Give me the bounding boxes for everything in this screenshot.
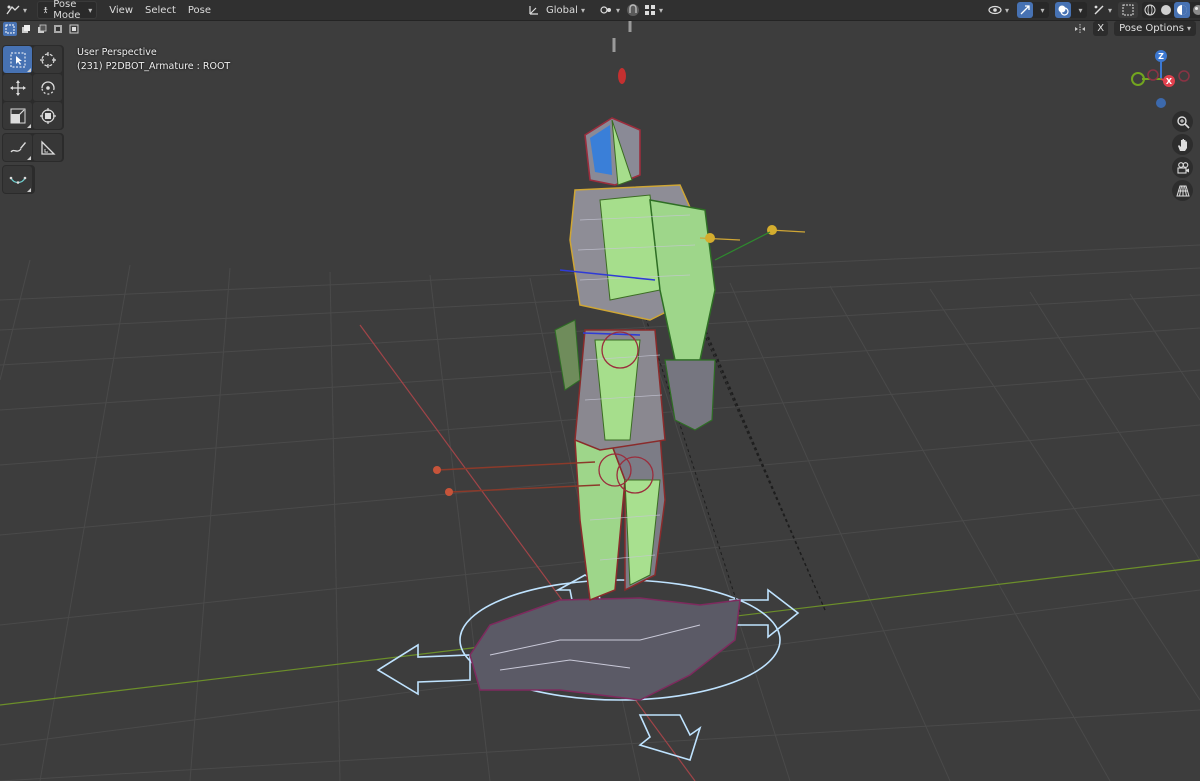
select-invert-button[interactable] (51, 22, 65, 36)
snap-target-dropdown[interactable]: ▾ (642, 2, 665, 18)
pivot-button[interactable]: ▾ (595, 2, 624, 18)
selection-mode-row (0, 21, 81, 37)
scale-icon (10, 108, 25, 123)
visibility-icon (988, 5, 1002, 15)
bone-overlay-dropdown[interactable]: ▾ (1089, 2, 1116, 18)
measure-tool[interactable] (33, 134, 62, 161)
pivot-icon (600, 6, 611, 14)
viewport-header: ▾ Pose Mode ▾ View Select Pose Global ▾ … (0, 0, 1200, 21)
menu-view[interactable]: View (103, 5, 139, 16)
orientation-label: Global (546, 4, 578, 16)
xray-toggle[interactable] (1118, 2, 1139, 18)
pan-hand-icon (1177, 138, 1187, 151)
zoom-button[interactable] (1172, 111, 1193, 132)
xray-icon (1122, 4, 1134, 16)
bone-overlay-icon (1094, 5, 1104, 15)
move-icon (9, 79, 26, 96)
grid-snap-icon (644, 5, 655, 15)
mirror-x-toggle[interactable]: X (1093, 21, 1109, 36)
gizmo-x-label: X (1166, 77, 1173, 86)
select-box-icon (10, 52, 25, 67)
select-extend-button[interactable] (19, 22, 33, 36)
editor-type-icon (6, 5, 20, 15)
relax-icon (9, 176, 26, 184)
mode-dropdown[interactable]: Pose Mode ▾ (37, 0, 98, 21)
move-tool[interactable] (3, 74, 32, 101)
overlay-dropdown[interactable]: ▾ (1071, 2, 1087, 18)
gizmo-dropdown[interactable]: ▾ (1033, 2, 1049, 18)
annotate-tool[interactable] (3, 134, 32, 161)
tool-group-annotate (2, 133, 64, 162)
gizmo-neg-z-axis[interactable] (1156, 98, 1166, 108)
transform-orientation-icon (529, 6, 539, 15)
perspective-label: User Perspective (77, 47, 157, 58)
rotate-tool[interactable] (33, 74, 62, 101)
scale-tool[interactable] (3, 102, 32, 129)
mode-label: Pose Mode (53, 0, 81, 21)
rendered-shading-button[interactable] (1190, 2, 1200, 18)
menu-select[interactable]: Select (139, 5, 182, 16)
orientation-dropdown[interactable]: Global ▾ (524, 2, 589, 18)
solid-shading-button[interactable] (1158, 2, 1174, 18)
select-subtract-button[interactable] (35, 22, 49, 36)
wireframe-shading-button[interactable] (1142, 2, 1158, 18)
pan-button[interactable] (1172, 134, 1193, 155)
material-shading-button[interactable] (1174, 2, 1191, 18)
camera-view-button[interactable] (1172, 157, 1193, 178)
snap-icon (626, 4, 639, 16)
tool-group-select (2, 45, 64, 130)
transform-icon (39, 107, 56, 124)
shading-buttons (1142, 2, 1200, 18)
tool-group-relax (2, 165, 35, 194)
select-new-button[interactable] (3, 22, 17, 36)
overlay-toggle[interactable]: ▾ (1055, 2, 1087, 18)
cursor-icon (39, 51, 56, 68)
rotate-icon (40, 80, 55, 95)
transform-tool[interactable] (33, 102, 62, 129)
grid-icon (1175, 185, 1190, 196)
pose-options-label: Pose Options (1119, 23, 1184, 34)
annotate-icon (9, 141, 26, 152)
gizmo-icon[interactable] (1017, 2, 1033, 18)
editor-type-button[interactable]: ▾ (2, 2, 31, 18)
tool-shelf (2, 45, 64, 197)
pose-options-dropdown[interactable]: Pose Options ▾ (1114, 21, 1196, 36)
gizmo-neg-x-axis[interactable] (1178, 70, 1190, 82)
gizmo-neg-y-axis[interactable] (1147, 69, 1159, 81)
overlay-icon[interactable] (1055, 2, 1071, 18)
gizmo-toggle[interactable]: ▾ (1017, 2, 1049, 18)
zoom-icon (1176, 115, 1190, 129)
pose-mode-icon (43, 6, 48, 14)
measure-icon (40, 139, 56, 155)
select-intersect-button[interactable] (67, 22, 81, 36)
snap-button[interactable] (624, 2, 642, 18)
viewport-info: User Perspective (231) P2DBOT_Armature :… (77, 46, 230, 74)
camera-icon (1176, 161, 1189, 174)
projection-toggle-button[interactable] (1172, 180, 1193, 201)
object-info-label: (231) P2DBOT_Armature : ROOT (77, 61, 231, 72)
gizmo-z-label: Z (1158, 52, 1164, 61)
mirror-icon[interactable] (1073, 22, 1087, 36)
relax-pose-tool[interactable] (3, 166, 32, 193)
3d-viewport[interactable] (0, 0, 1200, 781)
pose-options-area: X Pose Options ▾ (1073, 21, 1196, 36)
menu-pose[interactable]: Pose (182, 5, 217, 16)
select-box-tool[interactable] (3, 46, 32, 73)
blender-window: ▾ Pose Mode ▾ View Select Pose Global ▾ … (0, 0, 1200, 781)
cursor-tool[interactable] (33, 46, 62, 73)
visibility-dropdown[interactable]: ▾ (984, 2, 1013, 18)
navigation-gizmo[interactable]: Z X (1128, 46, 1198, 116)
